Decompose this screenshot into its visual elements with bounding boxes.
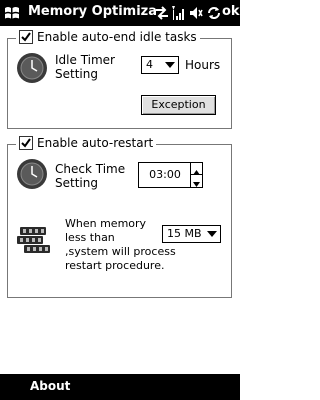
memory-text-line2: less than xyxy=(65,231,115,244)
status-icons xyxy=(155,4,222,22)
memory-text-line1: When memory xyxy=(65,217,147,230)
signal-icon[interactable] xyxy=(172,5,186,21)
time-spinner xyxy=(190,163,202,187)
idle-timer-select[interactable]: 4 xyxy=(141,56,179,74)
title-bar: Memory Optimizat ok xyxy=(0,0,240,26)
about-soft-key[interactable]: About xyxy=(30,379,70,393)
exception-button[interactable]: Exception xyxy=(141,95,216,115)
idle-timer-label: Idle Timer Setting xyxy=(55,53,115,81)
checkmark-icon xyxy=(21,32,31,42)
idle-timer-label-line2: Setting xyxy=(55,67,98,81)
memory-threshold-value: 15 MB xyxy=(167,227,202,240)
connectivity-icon[interactable] xyxy=(155,6,169,20)
spin-down-button[interactable] xyxy=(191,175,202,187)
enable-auto-restart-checkbox[interactable] xyxy=(19,136,33,150)
enable-auto-restart-label[interactable]: Enable auto-restart xyxy=(37,136,153,150)
memory-chips-icon xyxy=(17,227,50,253)
idle-timer-label-line1: Idle Timer xyxy=(55,53,115,67)
chevron-down-icon xyxy=(165,62,175,68)
soft-key-bar: About xyxy=(0,374,240,400)
chevron-down-icon xyxy=(207,231,217,237)
clock-icon xyxy=(17,53,47,83)
enable-auto-end-checkbox[interactable] xyxy=(19,30,33,44)
memory-text-line3: ,system will process xyxy=(65,245,176,258)
idle-timer-value: 4 xyxy=(146,58,153,71)
check-time-label: Check Time Setting xyxy=(55,162,125,190)
spin-up-button[interactable] xyxy=(191,163,202,175)
arrow-down-icon xyxy=(193,182,200,187)
checkmark-icon xyxy=(21,138,31,148)
auto-restart-group: Enable auto-restart Check Time Setting 0… xyxy=(7,136,232,298)
enable-auto-end-label[interactable]: Enable auto-end idle tasks xyxy=(37,30,197,44)
hours-unit-label: Hours xyxy=(185,58,221,72)
check-time-value[interactable]: 03:00 xyxy=(139,163,191,187)
sync-icon[interactable] xyxy=(206,5,222,21)
app-title: Memory Optimizat xyxy=(28,4,156,19)
memory-threshold-select[interactable]: 15 MB xyxy=(162,225,221,243)
check-time-picker[interactable]: 03:00 xyxy=(138,162,203,188)
volume-icon[interactable] xyxy=(189,6,203,20)
memory-threshold-text: When memory less than ,system will proce… xyxy=(65,217,176,273)
idle-tasks-header: Enable auto-end idle tasks xyxy=(16,30,200,44)
check-time-label-line1: Check Time xyxy=(55,162,126,176)
memory-text-line4: restart procedure. xyxy=(65,259,165,272)
clock-icon xyxy=(17,159,47,189)
auto-restart-header: Enable auto-restart xyxy=(16,136,157,150)
check-time-label-line2: Setting xyxy=(55,176,98,190)
ok-button[interactable]: ok xyxy=(222,4,240,19)
idle-tasks-group: Enable auto-end idle tasks Idle Timer Se… xyxy=(7,30,232,129)
windows-flag-icon[interactable] xyxy=(3,4,21,22)
